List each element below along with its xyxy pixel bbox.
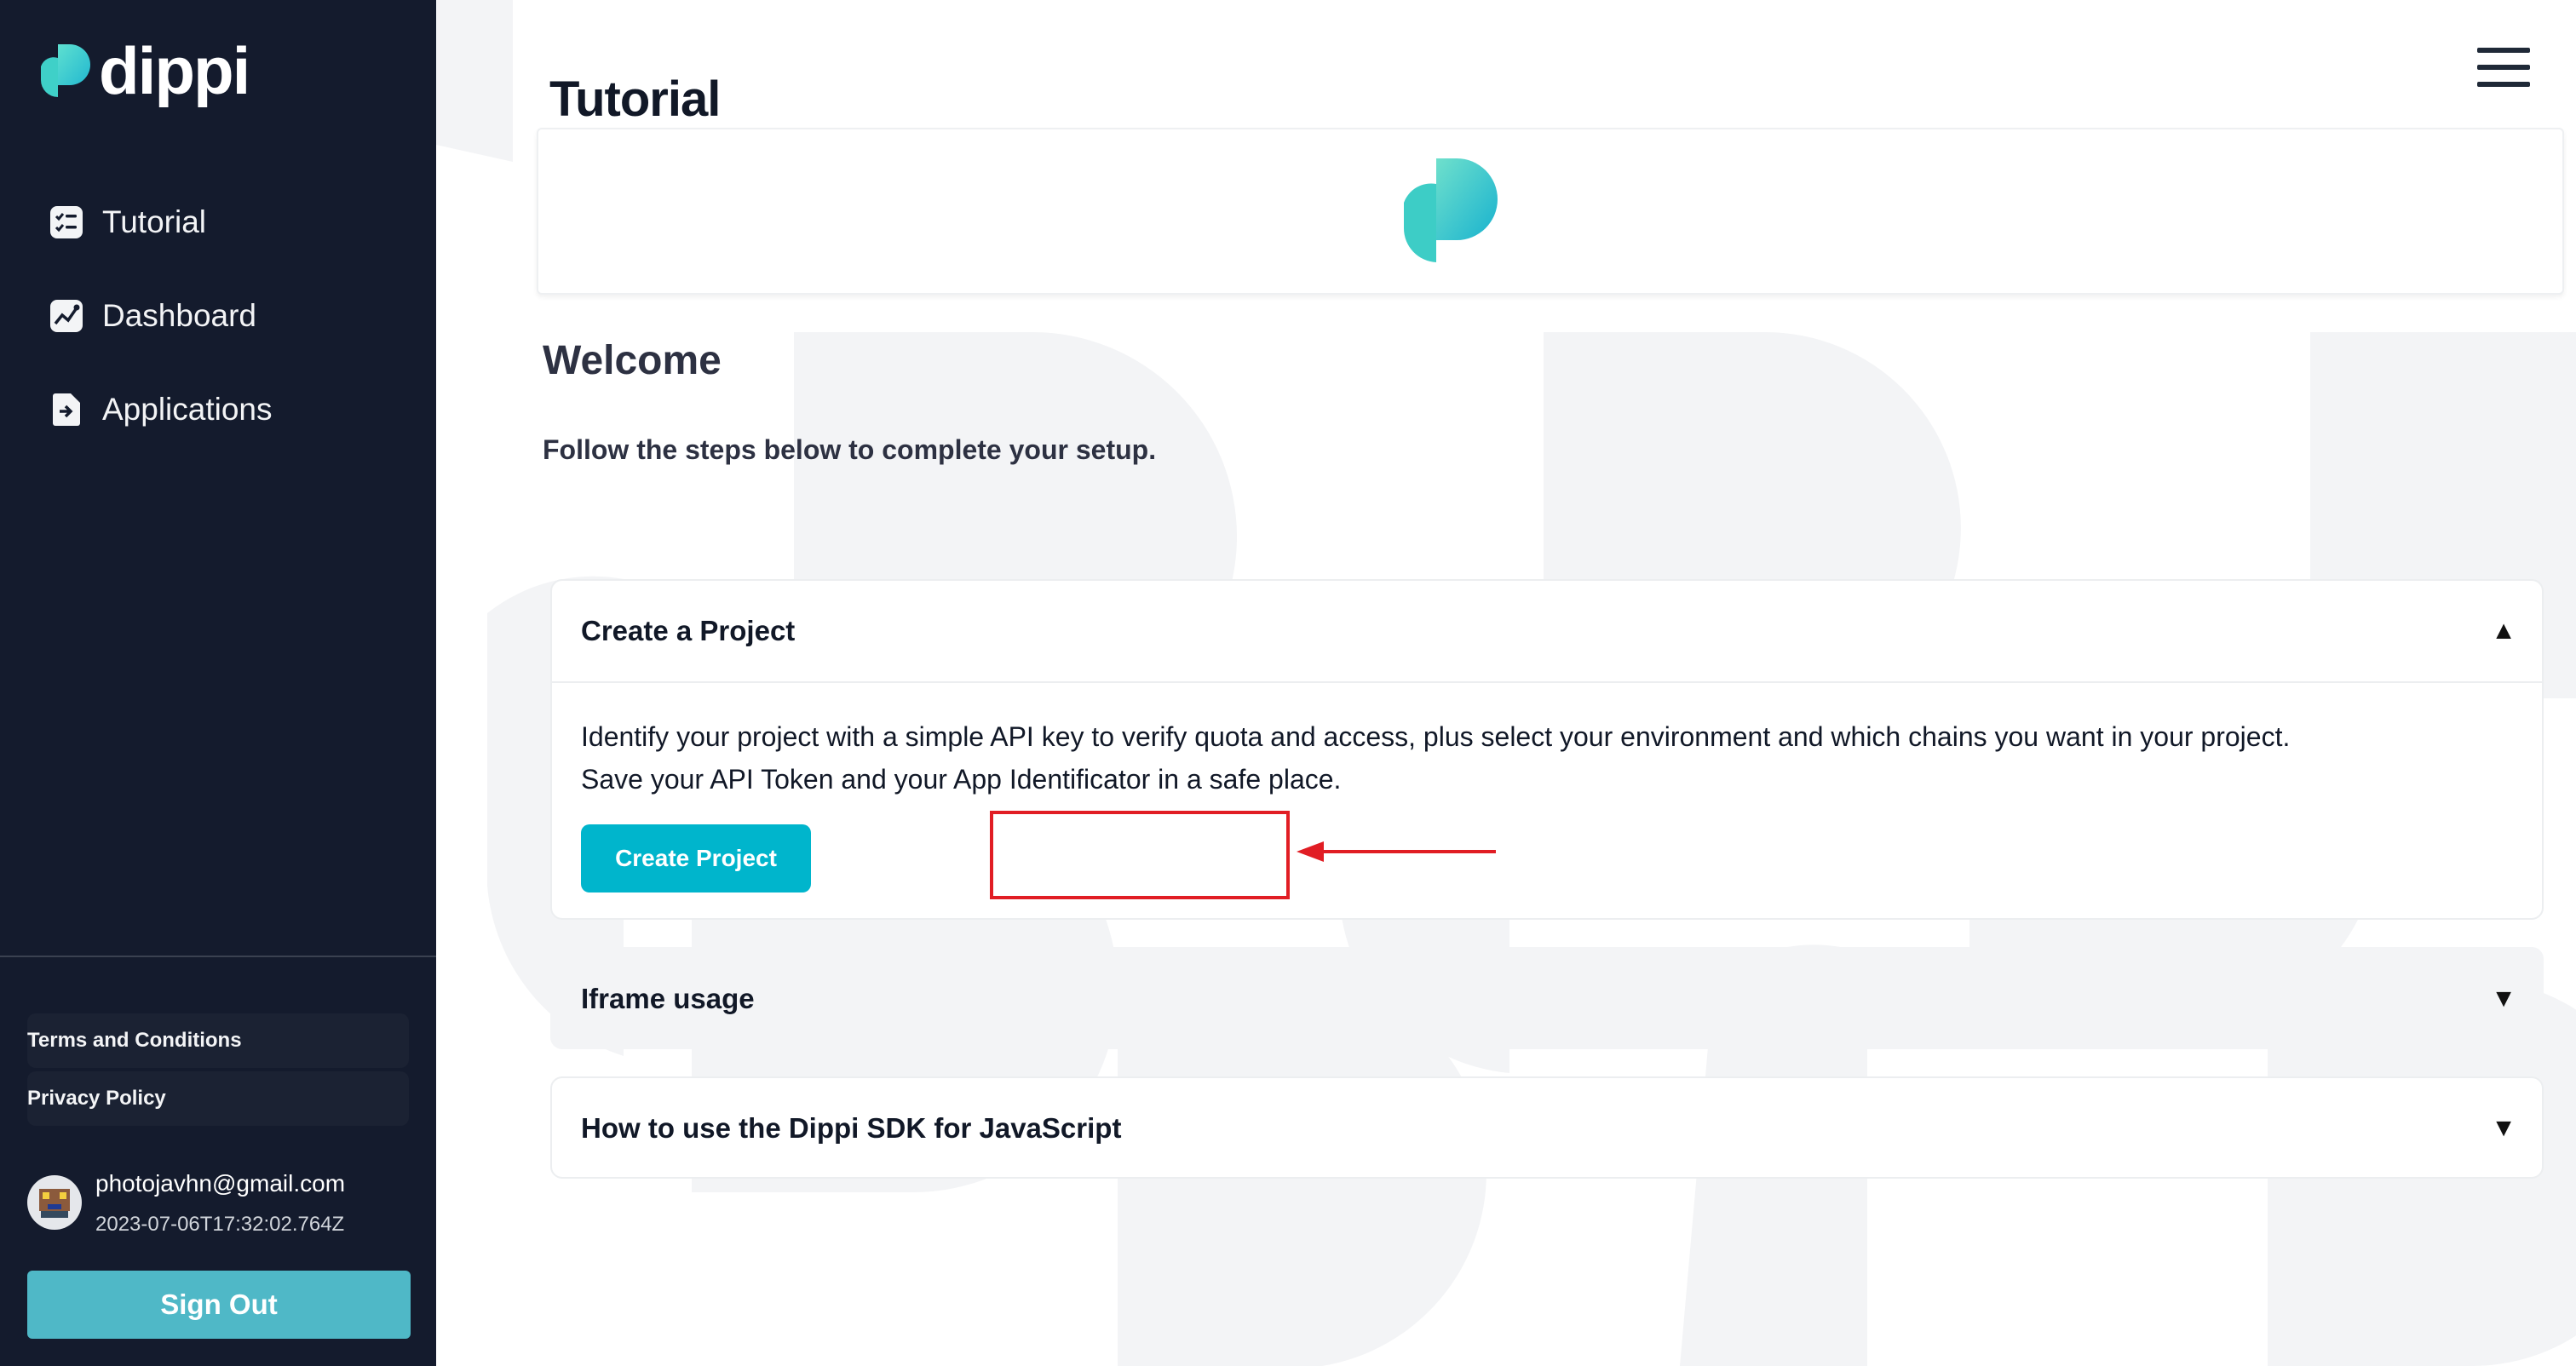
sign-out-button[interactable]: Sign Out	[27, 1271, 411, 1339]
create-project-button[interactable]: Create Project	[581, 824, 811, 892]
legal-links: Terms and Conditions Privacy Policy	[27, 1013, 409, 1129]
accordion-header[interactable]: How to use the Dippi SDK for JavaScript …	[552, 1078, 2542, 1179]
sidebar: dippi Tutorial Dashboard Applications Te…	[0, 0, 436, 1366]
body-line: Identify your project with a simple API …	[581, 721, 2291, 752]
user-info: photojavhn@gmail.com 2023-07-06T17:32:02…	[27, 1167, 345, 1237]
caret-down-icon: ▼	[2491, 1114, 2516, 1142]
accordion-body: Identify your project with a simple API …	[552, 681, 2542, 894]
sidebar-item-applications[interactable]: Applications	[49, 363, 273, 456]
accordion-create-project: Create a Project ▲ Identify your project…	[550, 579, 2544, 920]
body-line: Save your API Token and your App Identif…	[581, 764, 1342, 795]
brand-name: dippi	[99, 33, 250, 108]
banner-card	[537, 128, 2564, 295]
user-timestamp: 2023-07-06T17:32:02.764Z	[95, 1213, 345, 1236]
avatar[interactable]	[27, 1175, 82, 1230]
sidebar-item-label: Applications	[102, 392, 273, 427]
hamburger-menu-icon[interactable]	[2477, 48, 2530, 87]
accordion-header[interactable]: Iframe usage ▼	[552, 949, 2542, 1049]
sidebar-nav: Tutorial Dashboard Applications	[49, 175, 273, 456]
chart-icon	[50, 300, 83, 332]
accordion-dippi-sdk: How to use the Dippi SDK for JavaScript …	[550, 1076, 2544, 1179]
privacy-link[interactable]: Privacy Policy	[27, 1071, 409, 1126]
accordion-header[interactable]: Create a Project ▲	[552, 581, 2542, 681]
dippi-logo-icon	[41, 44, 90, 97]
sidebar-item-label: Tutorial	[102, 204, 207, 239]
caret-up-icon: ▲	[2491, 617, 2516, 645]
file-arrow-icon	[53, 393, 80, 426]
accordion-title: How to use the Dippi SDK for JavaScript	[581, 1112, 1122, 1144]
dippi-logo-icon	[1404, 158, 1498, 262]
sidebar-item-dashboard[interactable]: Dashboard	[49, 269, 273, 363]
page-title: Tutorial	[549, 71, 721, 127]
caret-down-icon: ▼	[2491, 984, 2516, 1013]
avatar-image-icon	[39, 1189, 70, 1218]
user-email: photojavhn@gmail.com	[95, 1170, 346, 1197]
sidebar-divider	[0, 956, 436, 957]
terms-link[interactable]: Terms and Conditions	[27, 1013, 409, 1068]
accordion-iframe-usage: Iframe usage ▼	[550, 947, 2544, 1049]
sidebar-item-label: Dashboard	[102, 298, 257, 333]
brand-logo[interactable]: dippi	[39, 32, 250, 109]
checklist-icon	[50, 206, 83, 238]
accordion-title: Iframe usage	[581, 983, 755, 1014]
accordion-title: Create a Project	[581, 615, 796, 646]
sidebar-item-tutorial[interactable]: Tutorial	[49, 175, 273, 269]
